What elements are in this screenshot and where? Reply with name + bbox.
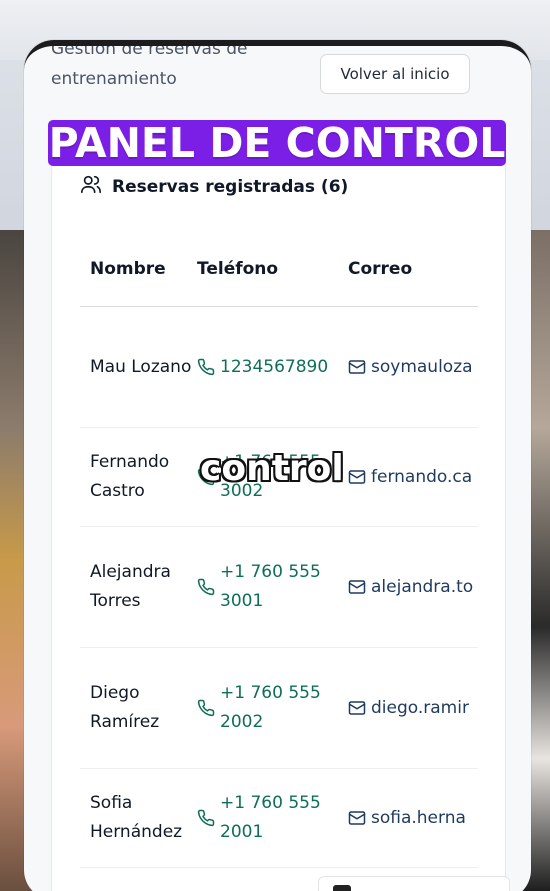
table-header: Nombre Teléfono Correo xyxy=(80,232,478,307)
bottom-toast-tab xyxy=(318,876,510,891)
row-name: Alejandra Torres xyxy=(90,562,171,611)
row-phone[interactable]: +1 760 555 2002 xyxy=(197,679,348,737)
phone-icon xyxy=(197,699,215,717)
row-name: Mau Lozano xyxy=(90,356,192,377)
row-name: Fernando Castro xyxy=(90,452,170,501)
row-email[interactable]: sofia.herna xyxy=(348,804,478,833)
row-email[interactable]: fernando.ca xyxy=(348,463,478,492)
mail-icon xyxy=(348,811,366,825)
mail-icon xyxy=(348,580,366,594)
row-name: Sofia Hernández xyxy=(90,793,183,842)
row-phone[interactable]: +1 760 555 3001 xyxy=(197,558,348,616)
mail-icon xyxy=(348,470,366,484)
phone-text: 1234567890 xyxy=(220,356,329,377)
panel-banner: PANEL DE CONTROL xyxy=(48,119,506,167)
email-text: fernando.ca xyxy=(371,466,473,487)
email-text: alejandra.to xyxy=(371,576,474,597)
email-text: diego.ramir xyxy=(371,697,469,718)
mail-icon xyxy=(348,360,366,374)
row-email[interactable]: soymauloza xyxy=(348,353,478,382)
column-header-email: Correo xyxy=(348,259,413,279)
phone-text: +1 760 555 2001 xyxy=(220,793,321,842)
email-text: soymauloza xyxy=(371,356,473,377)
row-name: Diego Ramírez xyxy=(90,683,160,732)
card-title: Reservas registradas (6) xyxy=(80,173,348,200)
card-title-label: Reservas registradas (6) xyxy=(112,176,349,197)
video-caption: control xyxy=(200,448,344,489)
reservations-card: Reservas registradas (6) Nombre Teléfono… xyxy=(51,156,506,891)
phone-icon xyxy=(197,809,215,827)
page-subtitle-line1: Gestión de reservas de xyxy=(51,40,248,59)
email-text: sofia.herna xyxy=(371,807,466,828)
phone-icon xyxy=(197,358,215,376)
back-home-button[interactable]: Volver al inicio xyxy=(320,54,470,94)
page-subtitle-line2: entrenamiento xyxy=(51,69,177,89)
table-row: Mau Lozano 1234567890 soymauloza xyxy=(80,307,478,428)
row-email[interactable]: alejandra.to xyxy=(348,573,478,602)
column-header-phone: Teléfono xyxy=(197,259,279,279)
row-phone[interactable]: +1 760 555 2001 xyxy=(197,789,348,847)
column-header-name: Nombre xyxy=(90,259,166,279)
users-icon xyxy=(80,173,102,200)
mail-icon xyxy=(348,701,366,715)
phone-text: +1 760 555 3001 xyxy=(220,562,321,611)
row-phone[interactable]: 1234567890 xyxy=(197,353,348,382)
table-row: Alejandra Torres +1 760 555 3001 alejand… xyxy=(80,527,478,648)
phone-icon xyxy=(197,578,215,596)
table-row: Diego Ramírez +1 760 555 2002 diego.rami… xyxy=(80,648,478,769)
row-email[interactable]: diego.ramir xyxy=(348,694,478,723)
phone-text: +1 760 555 2002 xyxy=(220,683,321,732)
reservations-table: Nombre Teléfono Correo Mau Lozano 123456… xyxy=(80,232,478,891)
table-row: Sofia Hernández +1 760 555 2001 sofia.he… xyxy=(80,769,478,868)
page-subtitle: Gestión de reservas de entrenamiento xyxy=(51,46,311,94)
